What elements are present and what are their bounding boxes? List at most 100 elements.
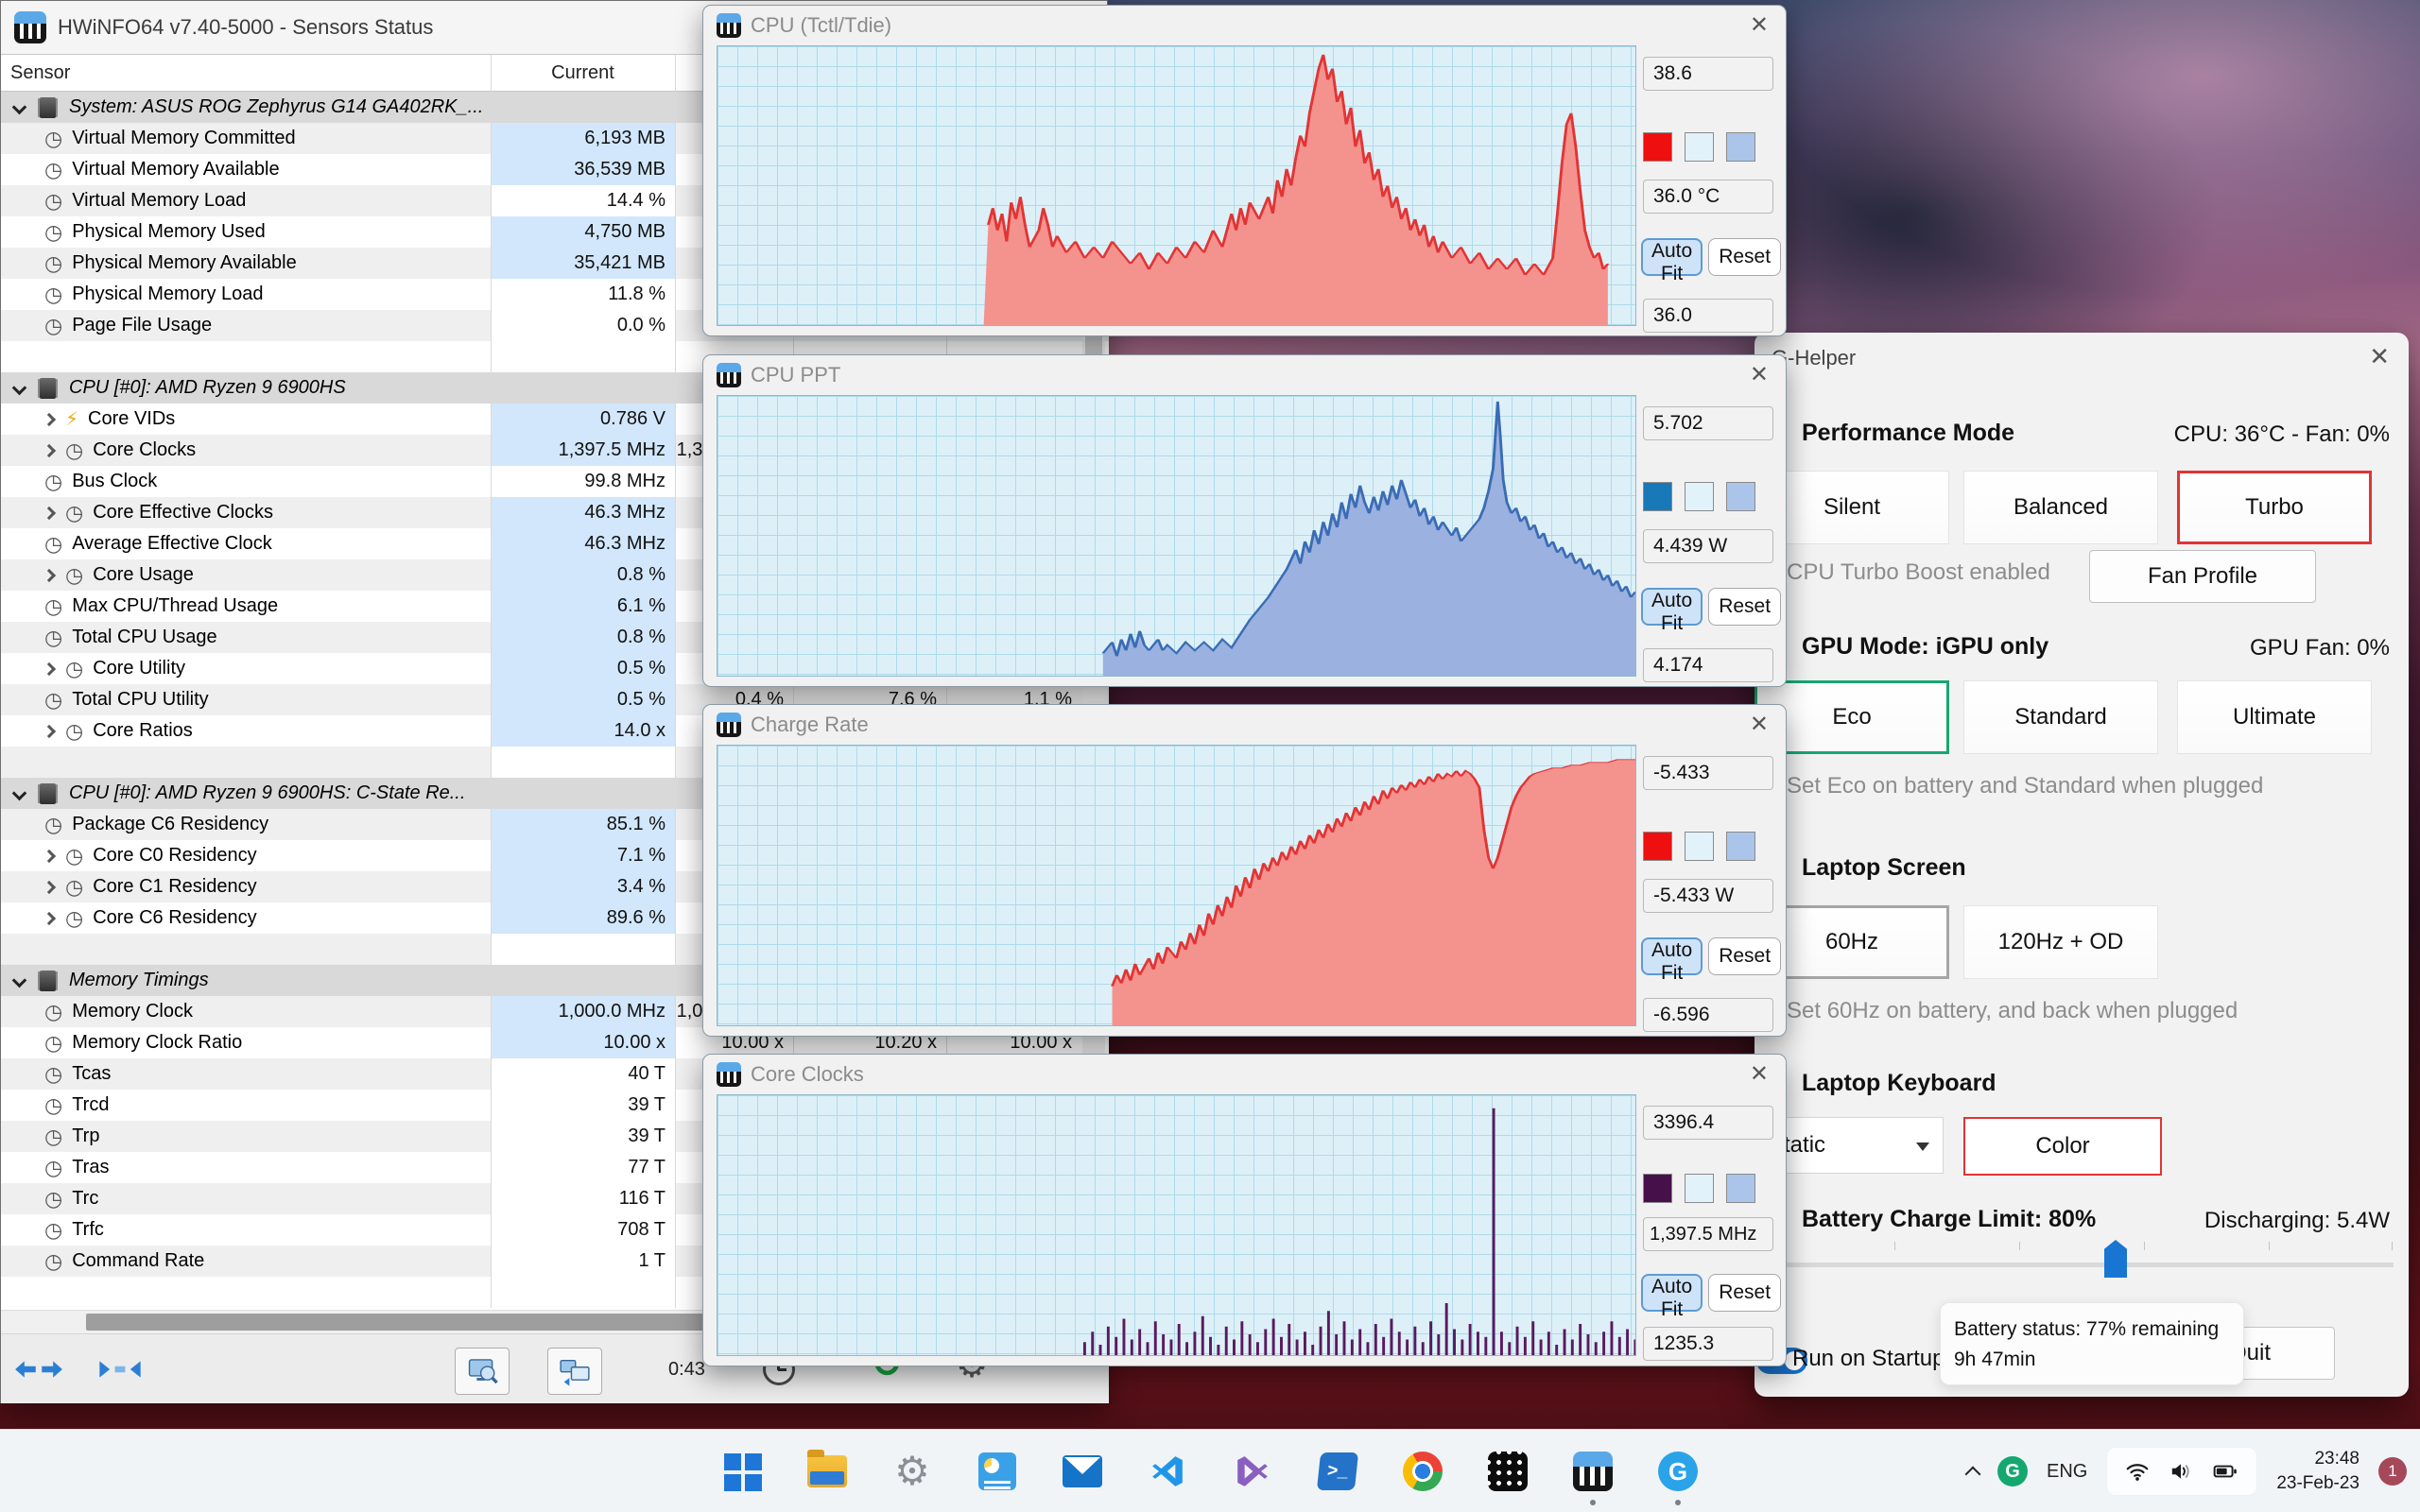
auto-fit-button[interactable]: Auto Fit xyxy=(1641,588,1703,634)
taskbar-system-config-icon[interactable] xyxy=(977,1451,1018,1492)
gpu-button-standard[interactable]: Standard xyxy=(1963,680,2158,754)
auto-fit-button[interactable]: Auto Fit xyxy=(1641,937,1703,984)
taskbar-powershell-icon[interactable]: >_ xyxy=(1316,1451,1359,1492)
clock-icon: ◷ xyxy=(44,1092,63,1117)
grid-color-swatch[interactable] xyxy=(1726,132,1755,162)
reset-button[interactable]: Reset xyxy=(1708,238,1782,276)
expand-icon[interactable] xyxy=(42,443,57,457)
performance-mode-heading: Performance Mode xyxy=(1802,420,2015,446)
taskbar-settings-icon[interactable]: ⚙ xyxy=(891,1451,933,1492)
fan-profile-button[interactable]: Fan Profile xyxy=(2089,550,2316,603)
graph-title: Core Clocks xyxy=(751,1062,864,1086)
sensor-name-cell: Memory Timings xyxy=(1,965,491,996)
graph-plot-area xyxy=(717,745,1636,1026)
graph-window-charge-rate[interactable]: Charge Rate ✕ -5.433 -5.433 W Auto Fit R… xyxy=(702,704,1787,1037)
sensor-name-cell: ◷ Page File Usage xyxy=(44,313,213,337)
background-color-swatch[interactable] xyxy=(1685,482,1714,511)
mode-button-balanced[interactable]: Balanced xyxy=(1963,471,2158,544)
taskbar-hwinfo-icon[interactable] xyxy=(1572,1451,1614,1505)
keyboard-color-button[interactable]: Color xyxy=(1963,1117,2162,1176)
column-header-current[interactable]: Current xyxy=(491,55,675,92)
grid-color-swatch[interactable] xyxy=(1726,1174,1755,1203)
reset-button[interactable]: Reset xyxy=(1708,1274,1782,1312)
screen-button-120hz[interactable]: 120Hz + OD xyxy=(1963,905,2158,979)
graph-window-cpu-temperature[interactable]: CPU (Tctl/Tdie) ✕ 38.6 36.0 °C Auto Fit … xyxy=(702,5,1787,336)
expand-icon[interactable] xyxy=(42,412,57,426)
graph-max-value: 5.702 xyxy=(1643,406,1773,440)
date: 23-Feb-23 xyxy=(2276,1473,2360,1493)
expand-columns-icon[interactable] xyxy=(14,1348,63,1391)
expand-icon[interactable] xyxy=(42,568,57,582)
sensor-name-cell xyxy=(1,341,491,372)
gpu-button-ultimate[interactable]: Ultimate xyxy=(2177,680,2372,754)
series-color-swatch[interactable] xyxy=(1643,482,1672,511)
series-color-swatch[interactable] xyxy=(1643,132,1672,162)
graph-plot-area xyxy=(717,45,1636,326)
graph-titlebar[interactable]: Core Clocks ✕ xyxy=(703,1055,1786,1094)
taskbar-vscode-icon[interactable] xyxy=(1147,1451,1188,1492)
graph-window-core-clocks[interactable]: Core Clocks ✕ 3396.4 1,397.5 MHz Auto Fi… xyxy=(702,1054,1787,1366)
ghelper-window[interactable]: G-Helper ✕ Performance Mode CPU: 36°C - … xyxy=(1754,333,2409,1397)
series-color-swatch[interactable] xyxy=(1643,832,1672,861)
notification-badge[interactable]: 1 xyxy=(2378,1457,2407,1486)
close-icon[interactable]: ✕ xyxy=(2369,342,2390,371)
collapse-columns-icon[interactable] xyxy=(95,1348,145,1391)
quick-settings[interactable] xyxy=(2106,1447,2258,1496)
reset-button[interactable]: Reset xyxy=(1708,588,1782,626)
clock-icon: ◷ xyxy=(44,593,63,618)
background-color-swatch[interactable] xyxy=(1685,832,1714,861)
clock-icon: ◷ xyxy=(44,250,63,275)
language-indicator[interactable]: ENG xyxy=(2047,1461,2087,1483)
graph-window-cpu-ppt[interactable]: CPU PPT ✕ 5.702 4.439 W Auto Fit Reset 4… xyxy=(702,354,1787,687)
expand-icon[interactable] xyxy=(42,506,57,520)
expand-icon[interactable] xyxy=(42,724,57,738)
collapse-icon[interactable] xyxy=(11,99,27,115)
close-icon[interactable]: ✕ xyxy=(1750,361,1769,388)
collapse-icon[interactable] xyxy=(11,972,27,988)
column-header-sensor[interactable]: Sensor xyxy=(10,55,70,92)
taskbar-start-icon[interactable] xyxy=(721,1451,763,1492)
auto-fit-button[interactable]: Auto Fit xyxy=(1641,238,1703,284)
mode-button-turbo[interactable]: Turbo xyxy=(2177,471,2372,544)
close-icon[interactable]: ✕ xyxy=(1750,11,1769,39)
grammarly-icon[interactable]: G xyxy=(1996,1456,2028,1486)
collapse-icon[interactable] xyxy=(11,380,27,396)
taskbar-mail-icon[interactable] xyxy=(1062,1451,1103,1492)
sensor-name-cell: ◷ Core C1 Residency xyxy=(1,871,491,902)
series-color-swatch[interactable] xyxy=(1643,1174,1672,1203)
monitoring-toggle-button[interactable] xyxy=(547,1348,602,1395)
chevron-down-icon xyxy=(1916,1143,1929,1151)
clock[interactable]: 23:48 23-Feb-23 xyxy=(2276,1447,2360,1495)
uptime-readout: 0:43 xyxy=(668,1359,705,1380)
taskbar-visual-studio-icon[interactable] xyxy=(1232,1451,1273,1492)
reset-button[interactable]: Reset xyxy=(1708,937,1782,975)
taskbar: ⚙ >_ G G ENG 23:48 23-Feb-23 1 xyxy=(0,1429,2420,1512)
expand-icon[interactable] xyxy=(42,849,57,863)
taskbar-chrome-icon[interactable] xyxy=(1402,1451,1443,1492)
taskbar-file-explorer-icon[interactable] xyxy=(806,1450,848,1492)
battery-limit-slider[interactable] xyxy=(1770,1263,2394,1267)
expand-icon[interactable] xyxy=(42,880,57,894)
taskbar-ghelper-icon[interactable]: G xyxy=(1657,1451,1699,1505)
grid-color-swatch[interactable] xyxy=(1726,832,1755,861)
graph-titlebar[interactable]: Charge Rate ✕ xyxy=(703,705,1786,745)
taskbar-dots-app-icon[interactable] xyxy=(1487,1451,1529,1492)
collapse-icon[interactable] xyxy=(11,785,27,801)
close-icon[interactable]: ✕ xyxy=(1750,1060,1769,1088)
sensor-name-cell: ◷ Tcas xyxy=(44,1061,112,1086)
sensor-current-value: 1,000.0 MHz xyxy=(491,996,675,1027)
background-color-swatch[interactable] xyxy=(1685,1174,1714,1203)
background-color-swatch[interactable] xyxy=(1685,132,1714,162)
close-icon[interactable]: ✕ xyxy=(1750,711,1769,738)
graph-titlebar[interactable]: CPU (Tctl/Tdie) ✕ xyxy=(703,6,1786,45)
sensor-name-cell: ◷ Total CPU Usage xyxy=(44,625,217,649)
battery-status-tooltip: Battery status: 77% remaining 9h 47min xyxy=(1940,1302,2244,1385)
screen-capture-button[interactable] xyxy=(455,1348,510,1395)
slider-thumb[interactable] xyxy=(2104,1240,2127,1278)
auto-fit-button[interactable]: Auto Fit xyxy=(1641,1274,1703,1320)
tray-overflow-icon[interactable] xyxy=(1964,1466,1981,1483)
grid-color-swatch[interactable] xyxy=(1726,482,1755,511)
graph-titlebar[interactable]: CPU PPT ✕ xyxy=(703,355,1786,395)
expand-icon[interactable] xyxy=(42,911,57,925)
expand-icon[interactable] xyxy=(42,662,57,676)
